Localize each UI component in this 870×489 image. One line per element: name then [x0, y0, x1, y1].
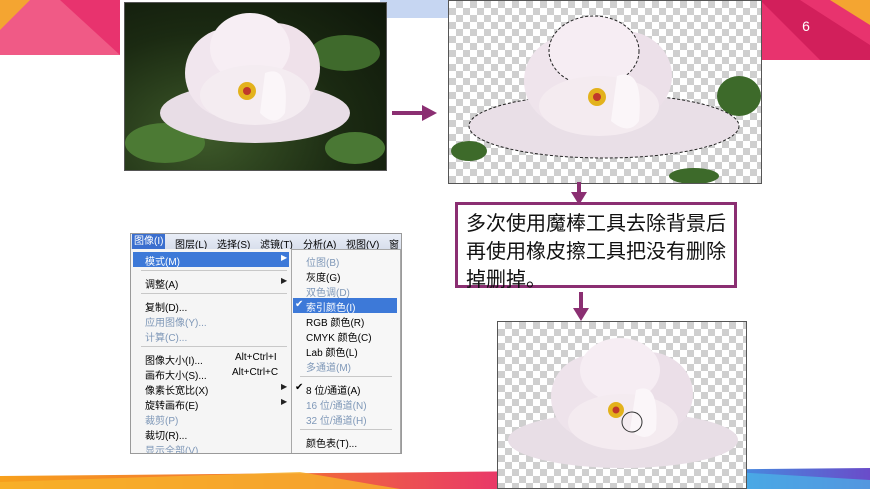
menu-item-reveal-all[interactable]: 显示全部(V) [145, 442, 198, 453]
mode-item-cmyk[interactable]: CMYK 颜色(C) [306, 329, 372, 344]
photoshop-image-menu-screenshot: 图像(I) 图层(L) 选择(S) 滤镜(T) 分析(A) 视图(V) 窗 模式… [130, 233, 402, 454]
menu-separator [141, 346, 287, 347]
menu-item-pixel-aspect[interactable]: 像素长宽比(X) [145, 382, 208, 397]
menu-separator [141, 270, 287, 271]
mode-submenu: 位图(B) 灰度(G) 双色调(D) ✔ 索引颜色(I) RGB 颜色(R) C… [291, 249, 401, 453]
menu-item-adjust[interactable]: 调整(A) [145, 276, 178, 291]
menubar-item-image[interactable]: 图像(I) [132, 234, 166, 249]
check-icon: ✔ [295, 299, 304, 310]
menu-item-canvas-size[interactable]: 画布大小(S)... [145, 367, 207, 382]
flower [160, 13, 350, 143]
menu-separator [300, 429, 392, 430]
submenu-arrow-icon: ▶ [281, 382, 288, 391]
final-result-image [497, 321, 747, 489]
menu-item-crop[interactable]: 裁剪(P) [145, 412, 178, 427]
mode-item-lab[interactable]: Lab 颜色(L) [306, 344, 358, 359]
mode-item-32bit[interactable]: 32 位/通道(H) [306, 412, 367, 427]
slide-number: 6 [802, 18, 810, 34]
instruction-callout: 多次使用魔棒工具去除背景后再使用橡皮擦工具把没有删除掉删掉。 [455, 202, 737, 291]
menu-item-mode[interactable]: 模式(M) [145, 253, 180, 268]
mode-item-8bit[interactable]: 8 位/通道(A) [306, 382, 360, 397]
menu-item-rotate-canvas[interactable]: 旋转画布(E) [145, 397, 198, 412]
menu-item-image-size[interactable]: 图像大小(I)... [145, 352, 203, 367]
shortcut-canvas-size: Alt+Ctrl+C [232, 367, 279, 378]
menu-bar: 图像(I) 图层(L) 选择(S) 滤镜(T) 分析(A) 视图(V) 窗 [131, 234, 401, 251]
arrow-right-icon [392, 105, 437, 121]
arrow-down-icon [573, 292, 589, 321]
submenu-arrow-icon: ▶ [281, 253, 288, 262]
menu-separator [141, 293, 287, 294]
mode-item-16bit[interactable]: 16 位/通道(N) [306, 397, 367, 412]
submenu-arrow-icon: ▶ [281, 276, 288, 285]
menu-item-trim[interactable]: 裁切(R)... [145, 427, 187, 442]
mode-item-bitmap[interactable]: 位图(B) [306, 254, 339, 269]
shortcut-image-size: Alt+Ctrl+I [235, 352, 277, 363]
menu-separator [300, 376, 392, 377]
mode-item-multichannel[interactable]: 多通道(M) [306, 359, 351, 374]
check-icon: ✔ [295, 382, 304, 393]
mode-item-color-table[interactable]: 颜色表(T)... [306, 435, 357, 450]
original-flower-photo [124, 2, 387, 171]
mode-item-rgb[interactable]: RGB 颜色(R) [306, 314, 364, 329]
image-menu: 模式(M) ▶ 调整(A) ▶ 复制(D)... 应用图像(Y)... 计算(C… [131, 249, 292, 453]
menu-item-calculations[interactable]: 计算(C)... [145, 329, 187, 344]
mode-item-indexed[interactable]: 索引颜色(I) [306, 299, 355, 314]
selection-result-image [448, 0, 762, 184]
mode-item-grayscale[interactable]: 灰度(G) [306, 269, 340, 284]
submenu-arrow-icon: ▶ [281, 397, 288, 406]
mode-item-duotone[interactable]: 双色调(D) [306, 284, 350, 299]
menu-item-apply-image[interactable]: 应用图像(Y)... [145, 314, 207, 329]
menu-item-duplicate[interactable]: 复制(D)... [145, 299, 187, 314]
